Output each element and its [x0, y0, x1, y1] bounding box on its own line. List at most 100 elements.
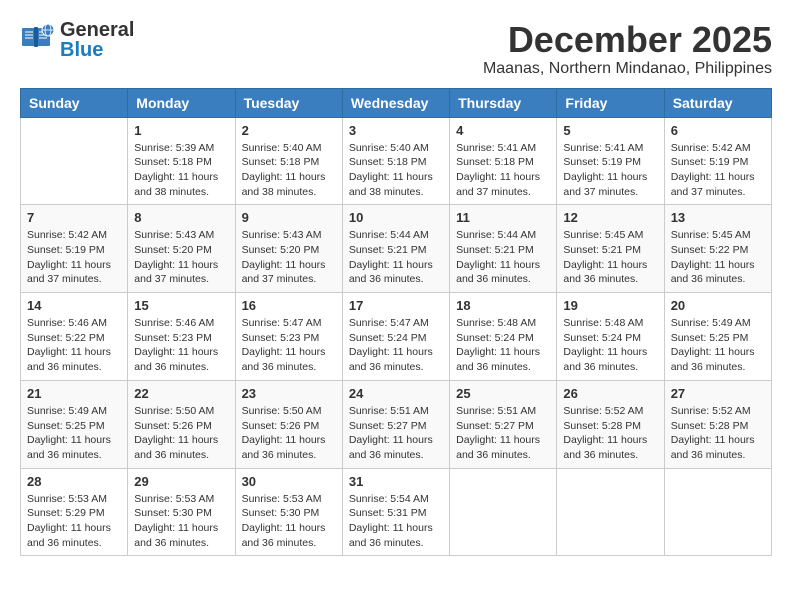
day-info: Sunrise: 5:40 AMSunset: 5:18 PMDaylight:… [349, 141, 443, 200]
table-row: 8 Sunrise: 5:43 AMSunset: 5:20 PMDaylight… [128, 205, 235, 293]
day-info: Sunrise: 5:53 AMSunset: 5:30 PMDaylight:… [242, 492, 336, 551]
day-number: 19 [563, 298, 657, 313]
table-row: 27 Sunrise: 5:52 AMSunset: 5:28 PMDayligh… [664, 380, 771, 468]
table-row [21, 117, 128, 205]
day-info: Sunrise: 5:39 AMSunset: 5:18 PMDaylight:… [134, 141, 228, 200]
table-row: 5 Sunrise: 5:41 AMSunset: 5:19 PMDaylight… [557, 117, 664, 205]
table-row: 10Sunrise: 5:44 AMSunset: 5:21 PMDayligh… [342, 205, 449, 293]
calendar-week-row: 21 Sunrise: 5:49 AMSunset: 5:25 PMDayligh… [21, 380, 772, 468]
day-info: Sunrise: 5:41 AMSunset: 5:18 PMDaylight:… [456, 141, 550, 200]
header-thursday: Thursday [450, 88, 557, 117]
table-row: 19 Sunrise: 5:48 AMSunset: 5:24 PMDayligh… [557, 293, 664, 381]
table-row: 25Sunrise: 5:51 AMSunset: 5:27 PMDayligh… [450, 380, 557, 468]
day-info: Sunrise: 5:44 AMSunset: 5:21 PMDaylight:… [349, 228, 443, 287]
table-row: 12 Sunrise: 5:45 AMSunset: 5:21 PMDayligh… [557, 205, 664, 293]
day-info: Sunrise: 5:40 AMSunset: 5:18 PMDaylight:… [242, 141, 336, 200]
day-number: 21 [27, 386, 121, 401]
day-number: 26 [563, 386, 657, 401]
table-row: 28Sunrise: 5:53 AMSunset: 5:29 PMDayligh… [21, 468, 128, 556]
day-info: Sunrise: 5:49 AMSunset: 5:25 PMDaylight:… [27, 404, 121, 463]
table-row: 11 Sunrise: 5:44 AMSunset: 5:21 PMDayligh… [450, 205, 557, 293]
day-number: 8 [134, 210, 228, 225]
day-info: Sunrise: 5:43 AMSunset: 5:20 PMDaylight:… [242, 228, 336, 287]
day-number: 14 [27, 298, 121, 313]
day-number: 30 [242, 474, 336, 489]
table-row: 15 Sunrise: 5:46 AMSunset: 5:23 PMDayligh… [128, 293, 235, 381]
day-info: Sunrise: 5:45 AMSunset: 5:21 PMDaylight:… [563, 228, 657, 287]
day-number: 20 [671, 298, 765, 313]
day-number: 12 [563, 210, 657, 225]
table-row: 29 Sunrise: 5:53 AMSunset: 5:30 PMDayligh… [128, 468, 235, 556]
day-number: 1 [134, 123, 228, 138]
day-info: Sunrise: 5:45 AMSunset: 5:22 PMDaylight:… [671, 228, 765, 287]
header-sunday: Sunday [21, 88, 128, 117]
header-monday: Monday [128, 88, 235, 117]
table-row: 26 Sunrise: 5:52 AMSunset: 5:28 PMDayligh… [557, 380, 664, 468]
day-info: Sunrise: 5:47 AMSunset: 5:24 PMDaylight:… [349, 316, 443, 375]
day-number: 11 [456, 210, 550, 225]
day-info: Sunrise: 5:48 AMSunset: 5:24 PMDaylight:… [563, 316, 657, 375]
table-row: 3 Sunrise: 5:40 AMSunset: 5:18 PMDaylight… [342, 117, 449, 205]
day-info: Sunrise: 5:53 AMSunset: 5:30 PMDaylight:… [134, 492, 228, 551]
header-friday: Friday [557, 88, 664, 117]
calendar-header-row: Sunday Monday Tuesday Wednesday Thursday… [21, 88, 772, 117]
table-row: 20 Sunrise: 5:49 AMSunset: 5:25 PMDayligh… [664, 293, 771, 381]
day-number: 27 [671, 386, 765, 401]
title-section: December 2025 Maanas, Northern Mindanao,… [483, 20, 772, 78]
calendar-week-row: 1 Sunrise: 5:39 AMSunset: 5:18 PMDaylight… [21, 117, 772, 205]
table-row [664, 468, 771, 556]
page-header: General Blue December 2025 Maanas, North… [20, 20, 772, 78]
day-number: 7 [27, 210, 121, 225]
day-info: Sunrise: 5:46 AMSunset: 5:23 PMDaylight:… [134, 316, 228, 375]
logo: General Blue [20, 20, 134, 60]
table-row: 6 Sunrise: 5:42 AMSunset: 5:19 PMDaylight… [664, 117, 771, 205]
table-row: 18Sunrise: 5:48 AMSunset: 5:24 PMDayligh… [450, 293, 557, 381]
day-number: 31 [349, 474, 443, 489]
table-row: 30 Sunrise: 5:53 AMSunset: 5:30 PMDayligh… [235, 468, 342, 556]
day-number: 22 [134, 386, 228, 401]
day-info: Sunrise: 5:52 AMSunset: 5:28 PMDaylight:… [671, 404, 765, 463]
day-number: 6 [671, 123, 765, 138]
logo-icon [20, 22, 56, 58]
table-row: 31 Sunrise: 5:54 AMSunset: 5:31 PMDayligh… [342, 468, 449, 556]
day-info: Sunrise: 5:49 AMSunset: 5:25 PMDaylight:… [671, 316, 765, 375]
day-info: Sunrise: 5:54 AMSunset: 5:31 PMDaylight:… [349, 492, 443, 551]
calendar-week-row: 28Sunrise: 5:53 AMSunset: 5:29 PMDayligh… [21, 468, 772, 556]
table-row: 13Sunrise: 5:45 AMSunset: 5:22 PMDayligh… [664, 205, 771, 293]
table-row: 23 Sunrise: 5:50 AMSunset: 5:26 PMDayligh… [235, 380, 342, 468]
day-number: 23 [242, 386, 336, 401]
header-tuesday: Tuesday [235, 88, 342, 117]
table-row: 21 Sunrise: 5:49 AMSunset: 5:25 PMDayligh… [21, 380, 128, 468]
table-row: 4 Sunrise: 5:41 AMSunset: 5:18 PMDaylight… [450, 117, 557, 205]
day-number: 2 [242, 123, 336, 138]
location-title: Maanas, Northern Mindanao, Philippines [483, 60, 772, 78]
day-info: Sunrise: 5:51 AMSunset: 5:27 PMDaylight:… [349, 404, 443, 463]
table-row [450, 468, 557, 556]
day-number: 15 [134, 298, 228, 313]
table-row: 16Sunrise: 5:47 AMSunset: 5:23 PMDayligh… [235, 293, 342, 381]
day-number: 5 [563, 123, 657, 138]
header-wednesday: Wednesday [342, 88, 449, 117]
day-number: 29 [134, 474, 228, 489]
table-row: 9 Sunrise: 5:43 AMSunset: 5:20 PMDaylight… [235, 205, 342, 293]
table-row: 1 Sunrise: 5:39 AMSunset: 5:18 PMDaylight… [128, 117, 235, 205]
day-number: 28 [27, 474, 121, 489]
table-row [557, 468, 664, 556]
day-info: Sunrise: 5:48 AMSunset: 5:24 PMDaylight:… [456, 316, 550, 375]
logo-general: General [60, 19, 134, 41]
table-row: 24Sunrise: 5:51 AMSunset: 5:27 PMDayligh… [342, 380, 449, 468]
day-number: 4 [456, 123, 550, 138]
table-row: 14 Sunrise: 5:46 AMSunset: 5:22 PMDayligh… [21, 293, 128, 381]
table-row: 22Sunrise: 5:50 AMSunset: 5:26 PMDayligh… [128, 380, 235, 468]
day-number: 9 [242, 210, 336, 225]
calendar-table: Sunday Monday Tuesday Wednesday Thursday… [20, 88, 772, 557]
day-info: Sunrise: 5:52 AMSunset: 5:28 PMDaylight:… [563, 404, 657, 463]
day-info: Sunrise: 5:46 AMSunset: 5:22 PMDaylight:… [27, 316, 121, 375]
day-info: Sunrise: 5:50 AMSunset: 5:26 PMDaylight:… [242, 404, 336, 463]
day-number: 3 [349, 123, 443, 138]
table-row: 2 Sunrise: 5:40 AMSunset: 5:18 PMDaylight… [235, 117, 342, 205]
day-info: Sunrise: 5:42 AMSunset: 5:19 PMDaylight:… [671, 141, 765, 200]
day-info: Sunrise: 5:41 AMSunset: 5:19 PMDaylight:… [563, 141, 657, 200]
day-info: Sunrise: 5:44 AMSunset: 5:21 PMDaylight:… [456, 228, 550, 287]
day-info: Sunrise: 5:43 AMSunset: 5:20 PMDaylight:… [134, 228, 228, 287]
